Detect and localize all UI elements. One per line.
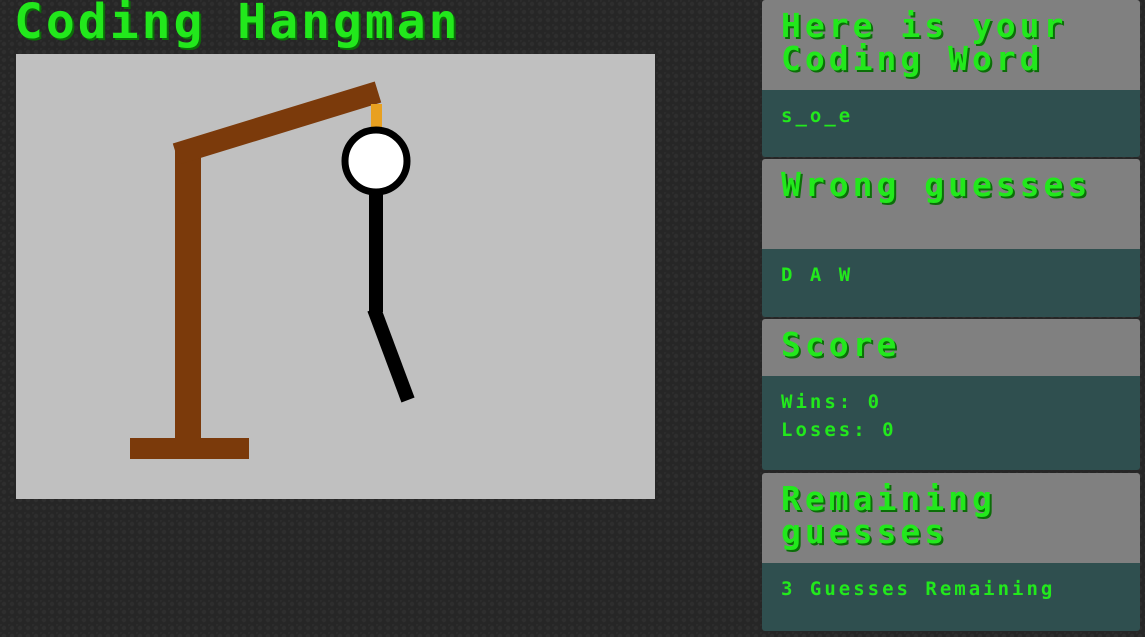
gallows-base: [130, 438, 249, 459]
wrong-guesses-value: D A W: [781, 264, 854, 286]
page-title: Coding Hangman: [14, 0, 461, 50]
hangman-canvas: [16, 54, 655, 499]
coding-word-body: s_o_e: [762, 90, 1140, 157]
wrong-guesses-panel: Wrong guesses D A W: [762, 159, 1140, 317]
wrong-guesses-body: D A W: [762, 249, 1140, 317]
score-heading: Score: [762, 319, 1140, 376]
gallows-post: [175, 148, 201, 440]
noose-rope: [371, 104, 382, 128]
coding-word-panel: Here is your Coding Word s_o_e: [762, 0, 1140, 157]
hangman-drawing: [130, 81, 415, 459]
score-body: Wins: 0 Loses: 0: [762, 376, 1140, 470]
score-loses: Loses: 0: [781, 419, 897, 441]
remaining-guesses-heading: Remaining guesses: [762, 473, 1140, 563]
hangman-head: [341, 126, 411, 196]
remaining-guesses-body: 3 Guesses Remaining: [762, 563, 1140, 631]
wrong-guesses-heading: Wrong guesses: [762, 159, 1140, 249]
coding-word-heading: Here is your Coding Word: [762, 0, 1140, 90]
hangman-right-leg: [367, 306, 415, 403]
sidebar: Here is your Coding Word s_o_e Wrong gue…: [762, 0, 1140, 637]
remaining-guesses-value: 3 Guesses Remaining: [781, 578, 1056, 600]
score-panel: Score Wins: 0 Loses: 0: [762, 319, 1140, 470]
coding-word-value: s_o_e: [781, 105, 854, 127]
remaining-guesses-panel: Remaining guesses 3 Guesses Remaining: [762, 473, 1140, 631]
score-wins: Wins: 0: [781, 391, 883, 413]
